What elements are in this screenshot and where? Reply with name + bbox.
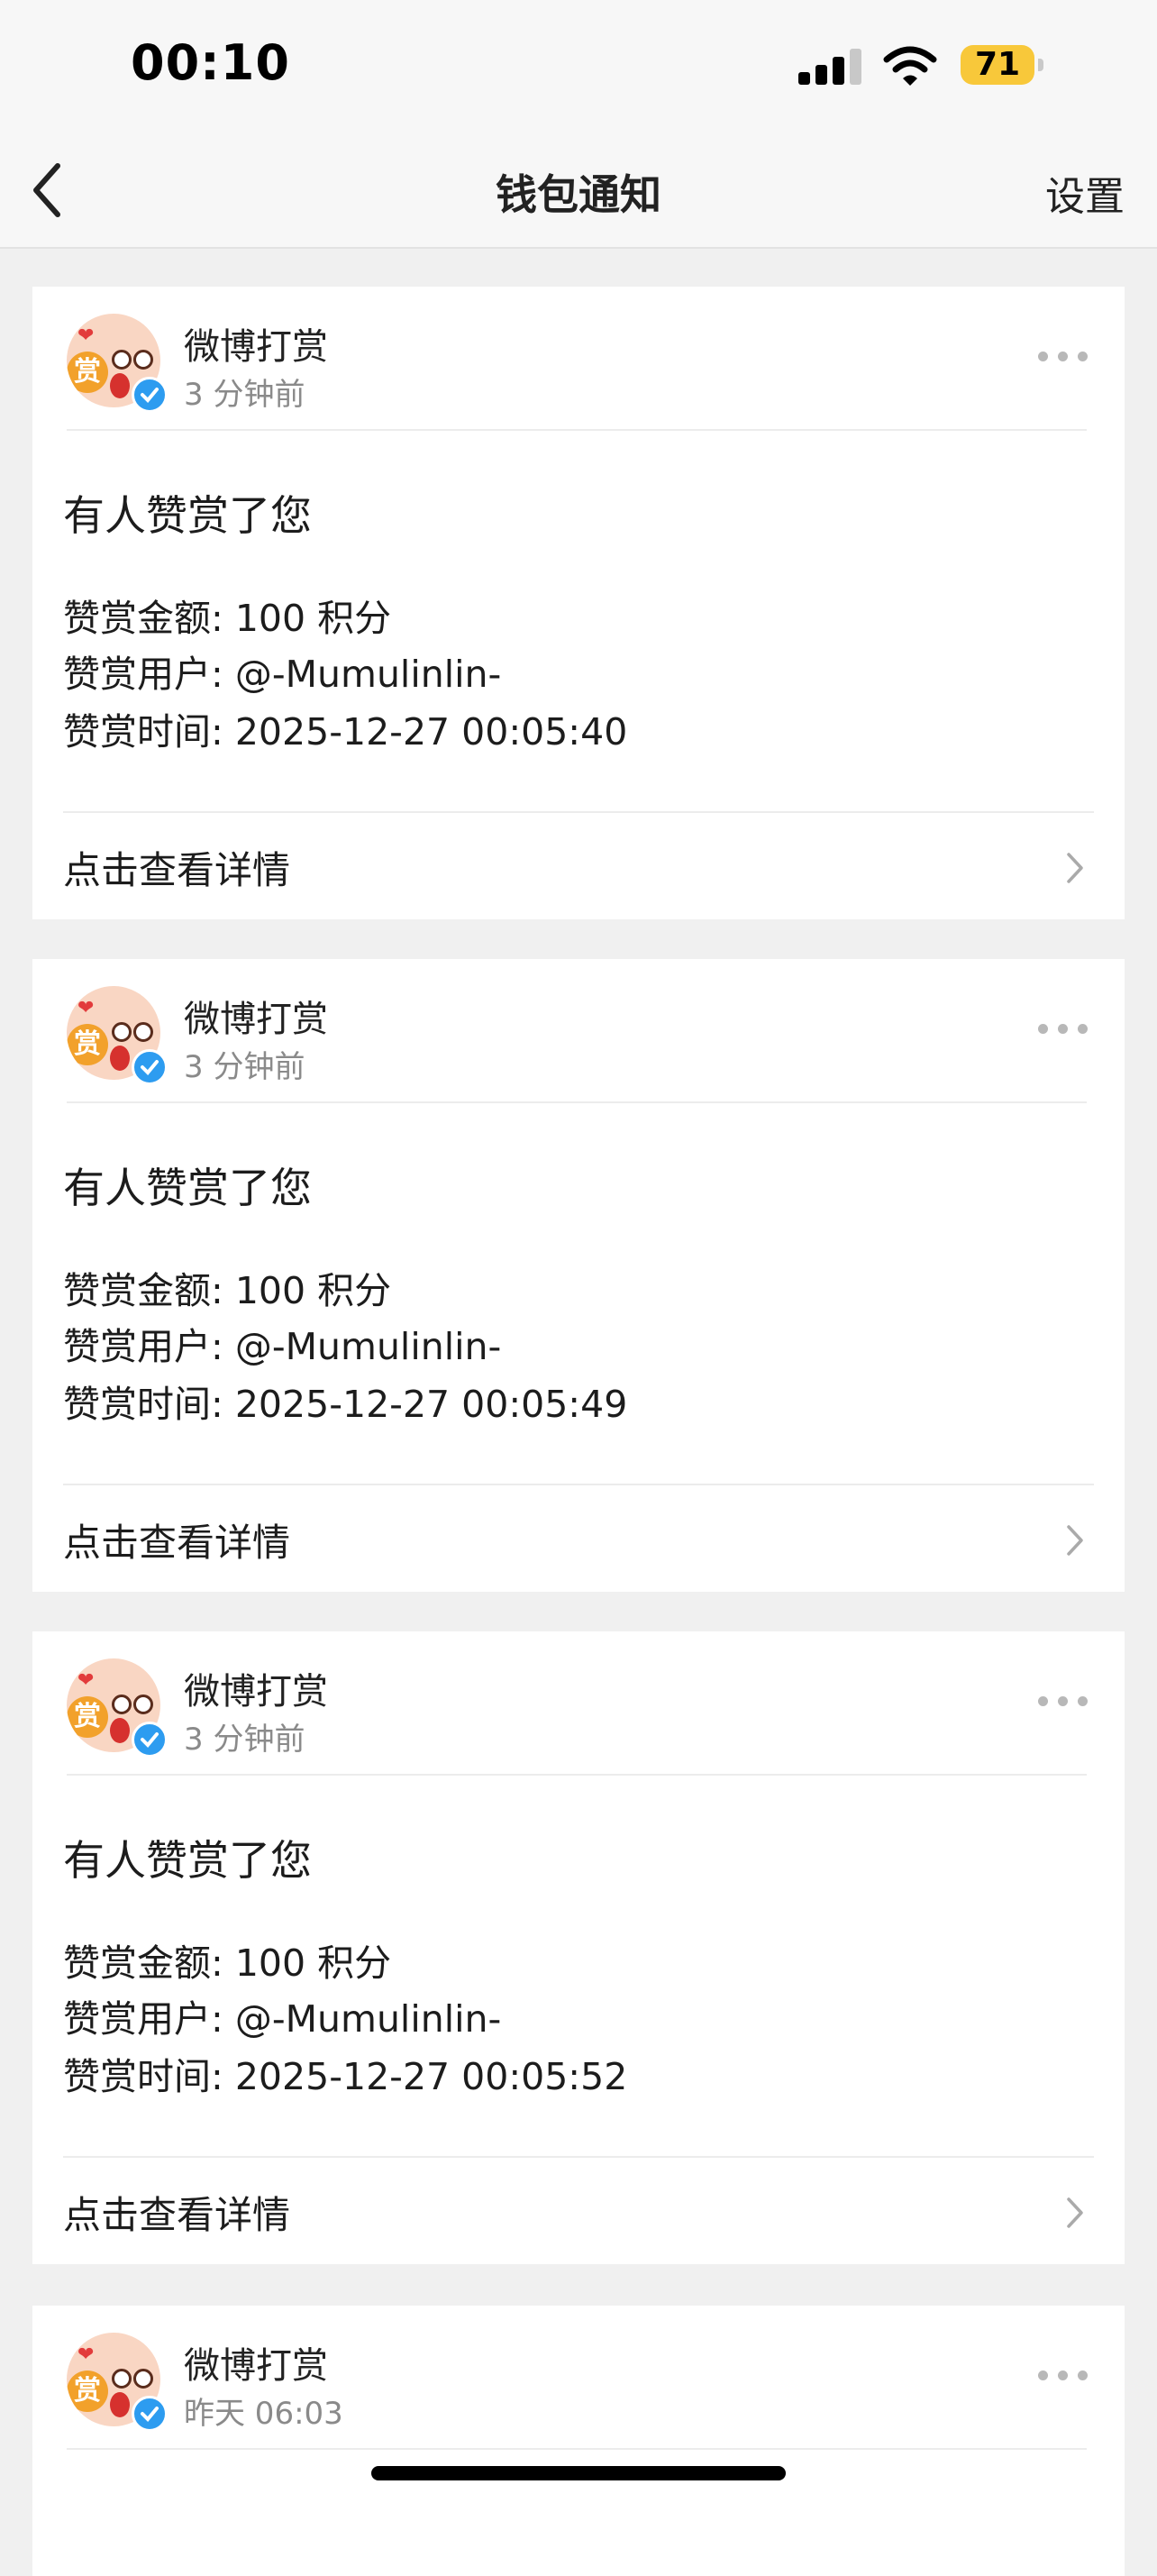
reward-user: 赞赏用户: @-Mumulinlin- (63, 1325, 502, 1368)
status-time: 00:10 (131, 34, 290, 91)
sender-name: 微博打赏 (184, 2345, 328, 2387)
avatar-badge: 赏 (67, 1696, 108, 1738)
divider (67, 429, 1087, 431)
divider (63, 1484, 1094, 1485)
notification-card[interactable]: ❤ 赏 微博打赏 3 分钟前 有人赞赏了您 赞赏金额: 100 积分 赞赏用户:… (32, 287, 1125, 919)
avatar-badge: 赏 (67, 1024, 108, 1065)
battery-icon: 71 (961, 45, 1043, 85)
reward-amount: 赞赏金额: 100 积分 (63, 1269, 392, 1312)
more-options-icon[interactable] (1038, 2370, 1089, 2383)
chevron-right-icon[interactable] (1061, 1518, 1089, 1563)
view-details-link[interactable]: 点击查看详情 (63, 2185, 290, 2240)
navigation-bar: 钱包通知 设置 (0, 135, 1157, 249)
reward-time: 赞赏时间: 2025-12-27 00:05:40 (63, 710, 628, 754)
reward-user: 赞赏用户: @-Mumulinlin- (63, 653, 502, 696)
heart-icon: ❤ (77, 324, 95, 347)
view-details-link[interactable]: 点击查看详情 (63, 1512, 290, 1567)
avatar-badge: 赏 (67, 2370, 108, 2412)
notification-card[interactable]: ❤ 赏 微博打赏 3 分钟前 有人赞赏了您 赞赏金额: 100 积分 赞赏用户:… (32, 959, 1125, 1592)
notification-heading: 有人赞赏了您 (63, 491, 312, 540)
notification-heading: 有人赞赏了您 (63, 1164, 312, 1212)
sender-name: 微博打赏 (184, 326, 328, 368)
notification-card[interactable]: ❤ 赏 微博打赏 3 分钟前 有人赞赏了您 赞赏金额: 100 积分 赞赏用户:… (32, 1631, 1125, 2264)
home-indicator[interactable] (371, 2466, 786, 2480)
sender-name: 微博打赏 (184, 1671, 328, 1713)
view-details-link[interactable]: 点击查看详情 (63, 840, 290, 895)
more-options-icon[interactable] (1038, 352, 1089, 364)
heart-icon: ❤ (77, 2343, 95, 2366)
notification-heading: 有人赞赏了您 (63, 1836, 312, 1885)
status-bar: 00:10 71 (0, 0, 1157, 135)
divider (63, 2156, 1094, 2158)
post-time: 3 分钟前 (184, 377, 305, 413)
chevron-right-icon[interactable] (1061, 845, 1089, 891)
page-title: 钱包通知 (496, 170, 661, 219)
divider (63, 811, 1094, 813)
reward-time: 赞赏时间: 2025-12-27 00:05:52 (63, 2055, 628, 2098)
divider (67, 1774, 1087, 1776)
verified-badge-icon (132, 1049, 168, 1085)
more-options-icon[interactable] (1038, 1024, 1089, 1037)
avatar-badge: 赏 (67, 352, 108, 393)
notification-card[interactable]: ❤ 赏 微博打赏 昨天 06:03 (32, 2306, 1125, 2576)
post-time: 3 分钟前 (184, 1049, 305, 1085)
sender-name: 微博打赏 (184, 999, 328, 1040)
heart-icon: ❤ (77, 1669, 95, 1692)
settings-button[interactable]: 设置 (1045, 164, 1125, 222)
verified-badge-icon (132, 377, 168, 413)
reward-amount: 赞赏金额: 100 积分 (63, 597, 392, 640)
status-icons: 71 (798, 43, 1069, 90)
more-options-icon[interactable] (1038, 1696, 1089, 1709)
reward-user: 赞赏用户: @-Mumulinlin- (63, 1997, 502, 2041)
post-time: 昨天 06:03 (184, 2396, 343, 2432)
divider (67, 2448, 1087, 2450)
verified-badge-icon (132, 2396, 168, 2432)
reward-time: 赞赏时间: 2025-12-27 00:05:49 (63, 1383, 628, 1426)
divider (67, 1101, 1087, 1103)
battery-level: 71 (974, 46, 1021, 83)
heart-icon: ❤ (77, 997, 95, 1019)
post-time: 3 分钟前 (184, 1722, 305, 1758)
chevron-right-icon[interactable] (1061, 2190, 1089, 2235)
wifi-icon (883, 46, 937, 86)
cellular-signal-icon (798, 49, 861, 85)
reward-amount: 赞赏金额: 100 积分 (63, 1941, 392, 1985)
verified-badge-icon (132, 1722, 168, 1758)
